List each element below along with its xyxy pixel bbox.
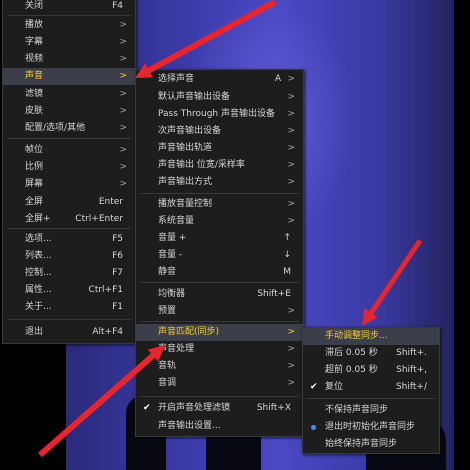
red-arrow-head-icon [147,345,165,362]
player-window: 关闭 F4 播放 > 字幕 > 视频 > 声音 > 滤镜 > 皮肤 > 配置/选项/其他 > 帧位 > 比例 > 屏幕 >… [0,0,470,470]
